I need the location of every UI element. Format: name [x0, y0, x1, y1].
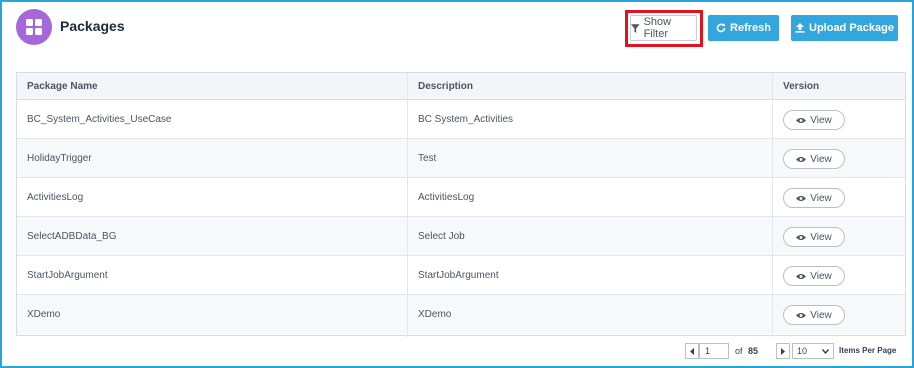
- page-title: Packages: [60, 18, 125, 34]
- chevron-down-icon: [822, 348, 829, 354]
- view-button[interactable]: View: [783, 188, 845, 208]
- column-divider: [407, 73, 408, 337]
- view-label: View: [810, 270, 832, 282]
- package-name-cell: BC_System_Activities_UseCase: [27, 114, 172, 125]
- refresh-label: Refresh: [730, 22, 771, 34]
- eye-icon: [796, 234, 807, 240]
- package-name-cell: ActivitiesLog: [27, 192, 84, 203]
- upload-icon: [795, 23, 805, 33]
- show-filter-button[interactable]: Show Filter: [630, 15, 697, 41]
- pagination: 1 of 85 10 Items Per Page: [2, 343, 914, 359]
- prev-page-button[interactable]: [685, 343, 699, 359]
- refresh-button[interactable]: Refresh: [708, 15, 779, 41]
- column-header-version[interactable]: Version: [783, 73, 819, 100]
- chevron-right-icon: [781, 347, 785, 355]
- packages-table: Package Name Description Version BC_Syst…: [16, 72, 906, 337]
- description-cell: XDemo: [418, 309, 452, 320]
- view-button[interactable]: View: [783, 305, 845, 325]
- upload-package-label: Upload Package: [809, 22, 894, 34]
- column-header-description[interactable]: Description: [418, 73, 473, 100]
- eye-icon: [796, 195, 807, 201]
- packages-logo: [16, 9, 52, 45]
- grid-icon: [26, 19, 42, 35]
- app-frame: Packages Show Filter Refresh Upload Pack…: [0, 0, 914, 368]
- package-name-cell: SelectADBData_BG: [27, 231, 117, 242]
- items-per-page-label: Items Per Page: [839, 346, 897, 355]
- items-per-page-select[interactable]: 10: [792, 343, 834, 359]
- eye-icon: [796, 156, 807, 162]
- show-filter-label: Show Filter: [643, 16, 672, 40]
- description-cell: BC System_Activities: [418, 114, 514, 125]
- view-button[interactable]: View: [783, 110, 845, 130]
- description-cell: Select Job: [418, 231, 465, 242]
- view-button[interactable]: View: [783, 149, 845, 169]
- view-label: View: [810, 153, 832, 165]
- view-label: View: [810, 192, 832, 204]
- description-cell: StartJobArgument: [418, 270, 499, 281]
- chevron-left-icon: [690, 347, 694, 355]
- view-label: View: [810, 114, 832, 126]
- total-pages: 85: [748, 346, 759, 356]
- package-name-cell: StartJobArgument: [27, 270, 108, 281]
- description-cell: ActivitiesLog: [418, 192, 475, 203]
- page-number-input[interactable]: 1: [699, 343, 729, 359]
- column-divider: [772, 73, 773, 337]
- view-label: View: [810, 231, 832, 243]
- description-cell: Test: [418, 153, 437, 164]
- of-label: of: [735, 346, 743, 356]
- column-header-package-name[interactable]: Package Name: [27, 73, 98, 100]
- eye-icon: [796, 312, 807, 318]
- view-label: View: [810, 309, 832, 321]
- view-button[interactable]: View: [783, 227, 845, 247]
- refresh-icon: [716, 23, 726, 33]
- next-page-button[interactable]: [776, 343, 790, 359]
- filter-icon: [631, 23, 640, 33]
- eye-icon: [796, 273, 807, 279]
- view-button[interactable]: View: [783, 266, 845, 286]
- upload-package-button[interactable]: Upload Package: [791, 15, 898, 41]
- items-per-page-value: 10: [797, 346, 808, 356]
- package-name-cell: XDemo: [27, 309, 61, 320]
- package-name-cell: HolidayTrigger: [27, 153, 92, 164]
- eye-icon: [796, 117, 807, 123]
